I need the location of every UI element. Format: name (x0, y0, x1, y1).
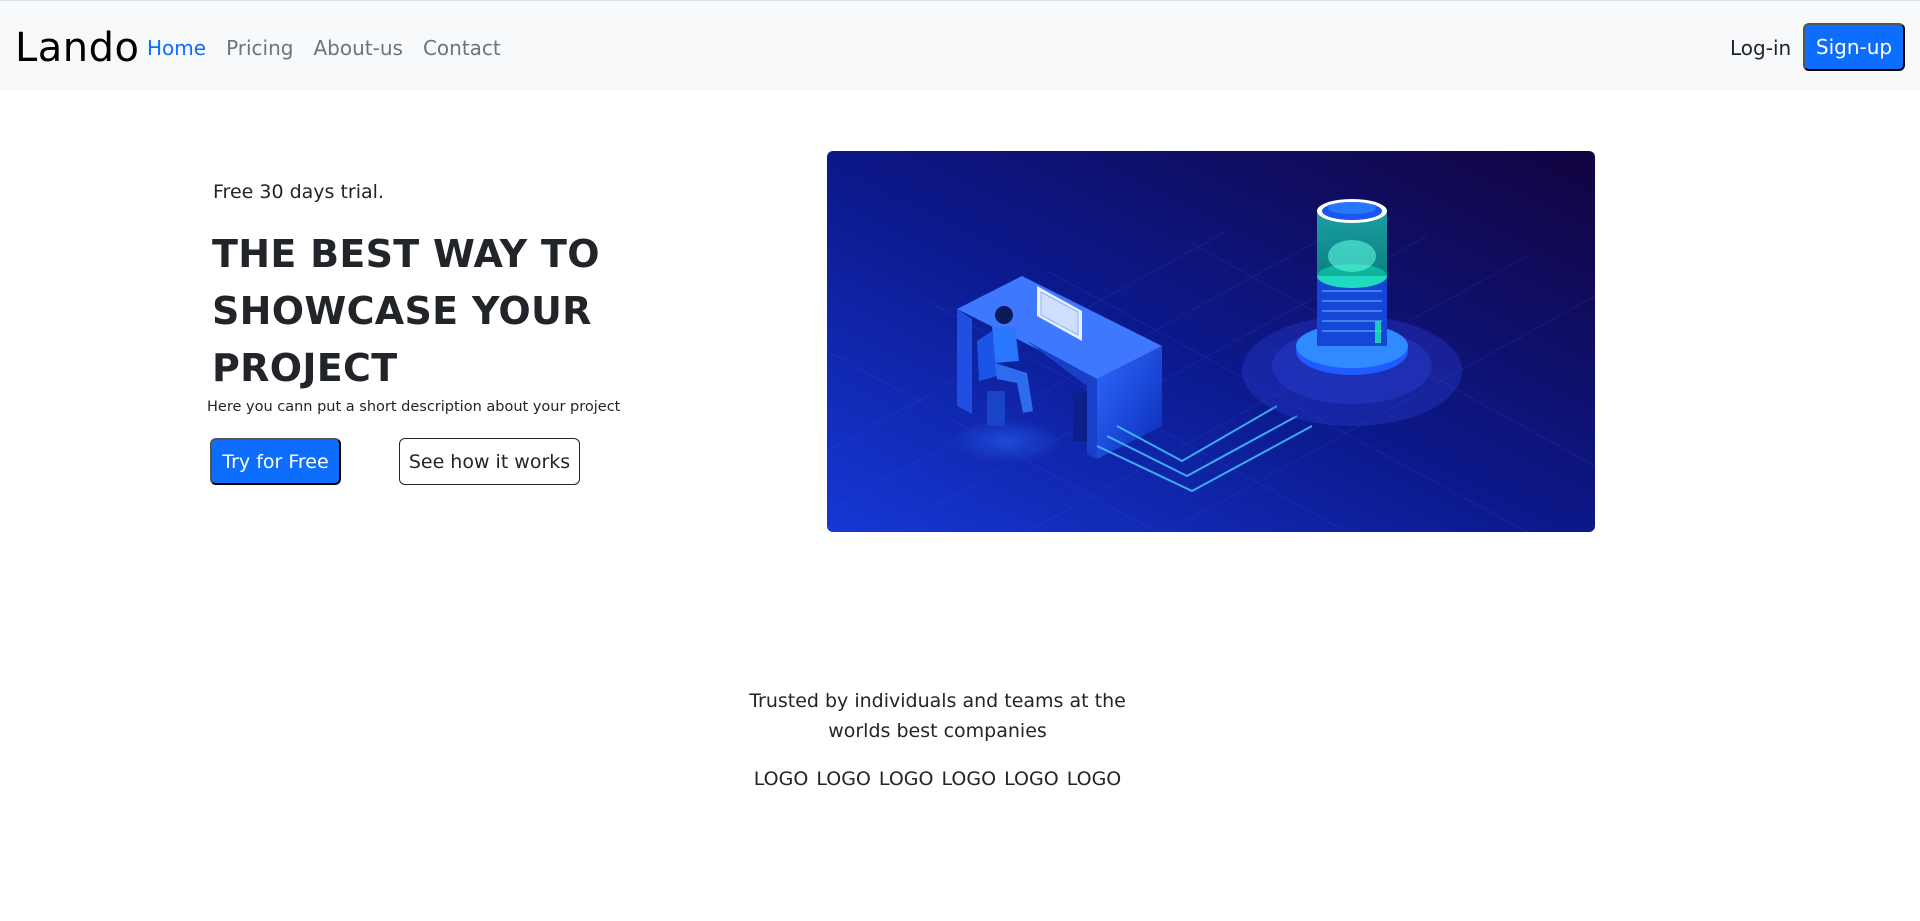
trial-eyebrow: Free 30 days trial. (213, 181, 384, 203)
logo-strip: LOGO LOGO LOGO LOGO LOGO LOGO (730, 768, 1145, 790)
company-logo: LOGO (941, 768, 997, 790)
company-logo: LOGO (816, 768, 871, 790)
headline-line-1: THE BEST WAY TO (212, 232, 600, 276)
company-logo: LOGO (878, 768, 934, 790)
company-logo: LOGO (1004, 768, 1059, 790)
company-logo: LOGO (1066, 768, 1122, 790)
nav-link-contact[interactable]: Contact (423, 35, 501, 61)
hero-illustration (827, 151, 1595, 532)
headline-line-3: PROJECT (212, 346, 398, 390)
try-for-free-button[interactable]: Try for Free (210, 438, 341, 485)
nav-link-about-us[interactable]: About-us (313, 35, 402, 61)
nav-links: Home Pricing About-us Contact (147, 35, 521, 61)
nav-link-pricing[interactable]: Pricing (226, 35, 293, 61)
signup-button[interactable]: Sign-up (1803, 23, 1905, 71)
brand-logo[interactable]: Lando (15, 25, 140, 71)
hero-description: Here you cann put a short description ab… (207, 399, 621, 415)
see-how-it-works-button[interactable]: See how it works (399, 438, 580, 485)
trusted-text: Trusted by individuals and teams at the … (749, 690, 1126, 742)
headline-line-2: SHOWCASE YOUR (212, 289, 592, 333)
navbar: Lando Home Pricing About-us Contact Log-… (0, 0, 1920, 91)
company-logo: LOGO (753, 768, 809, 790)
nav-link-home[interactable]: Home (147, 35, 206, 61)
hero-headline: THE BEST WAY TO SHOWCASE YOUR PROJECT (212, 226, 612, 397)
login-link[interactable]: Log-in (1730, 35, 1791, 61)
